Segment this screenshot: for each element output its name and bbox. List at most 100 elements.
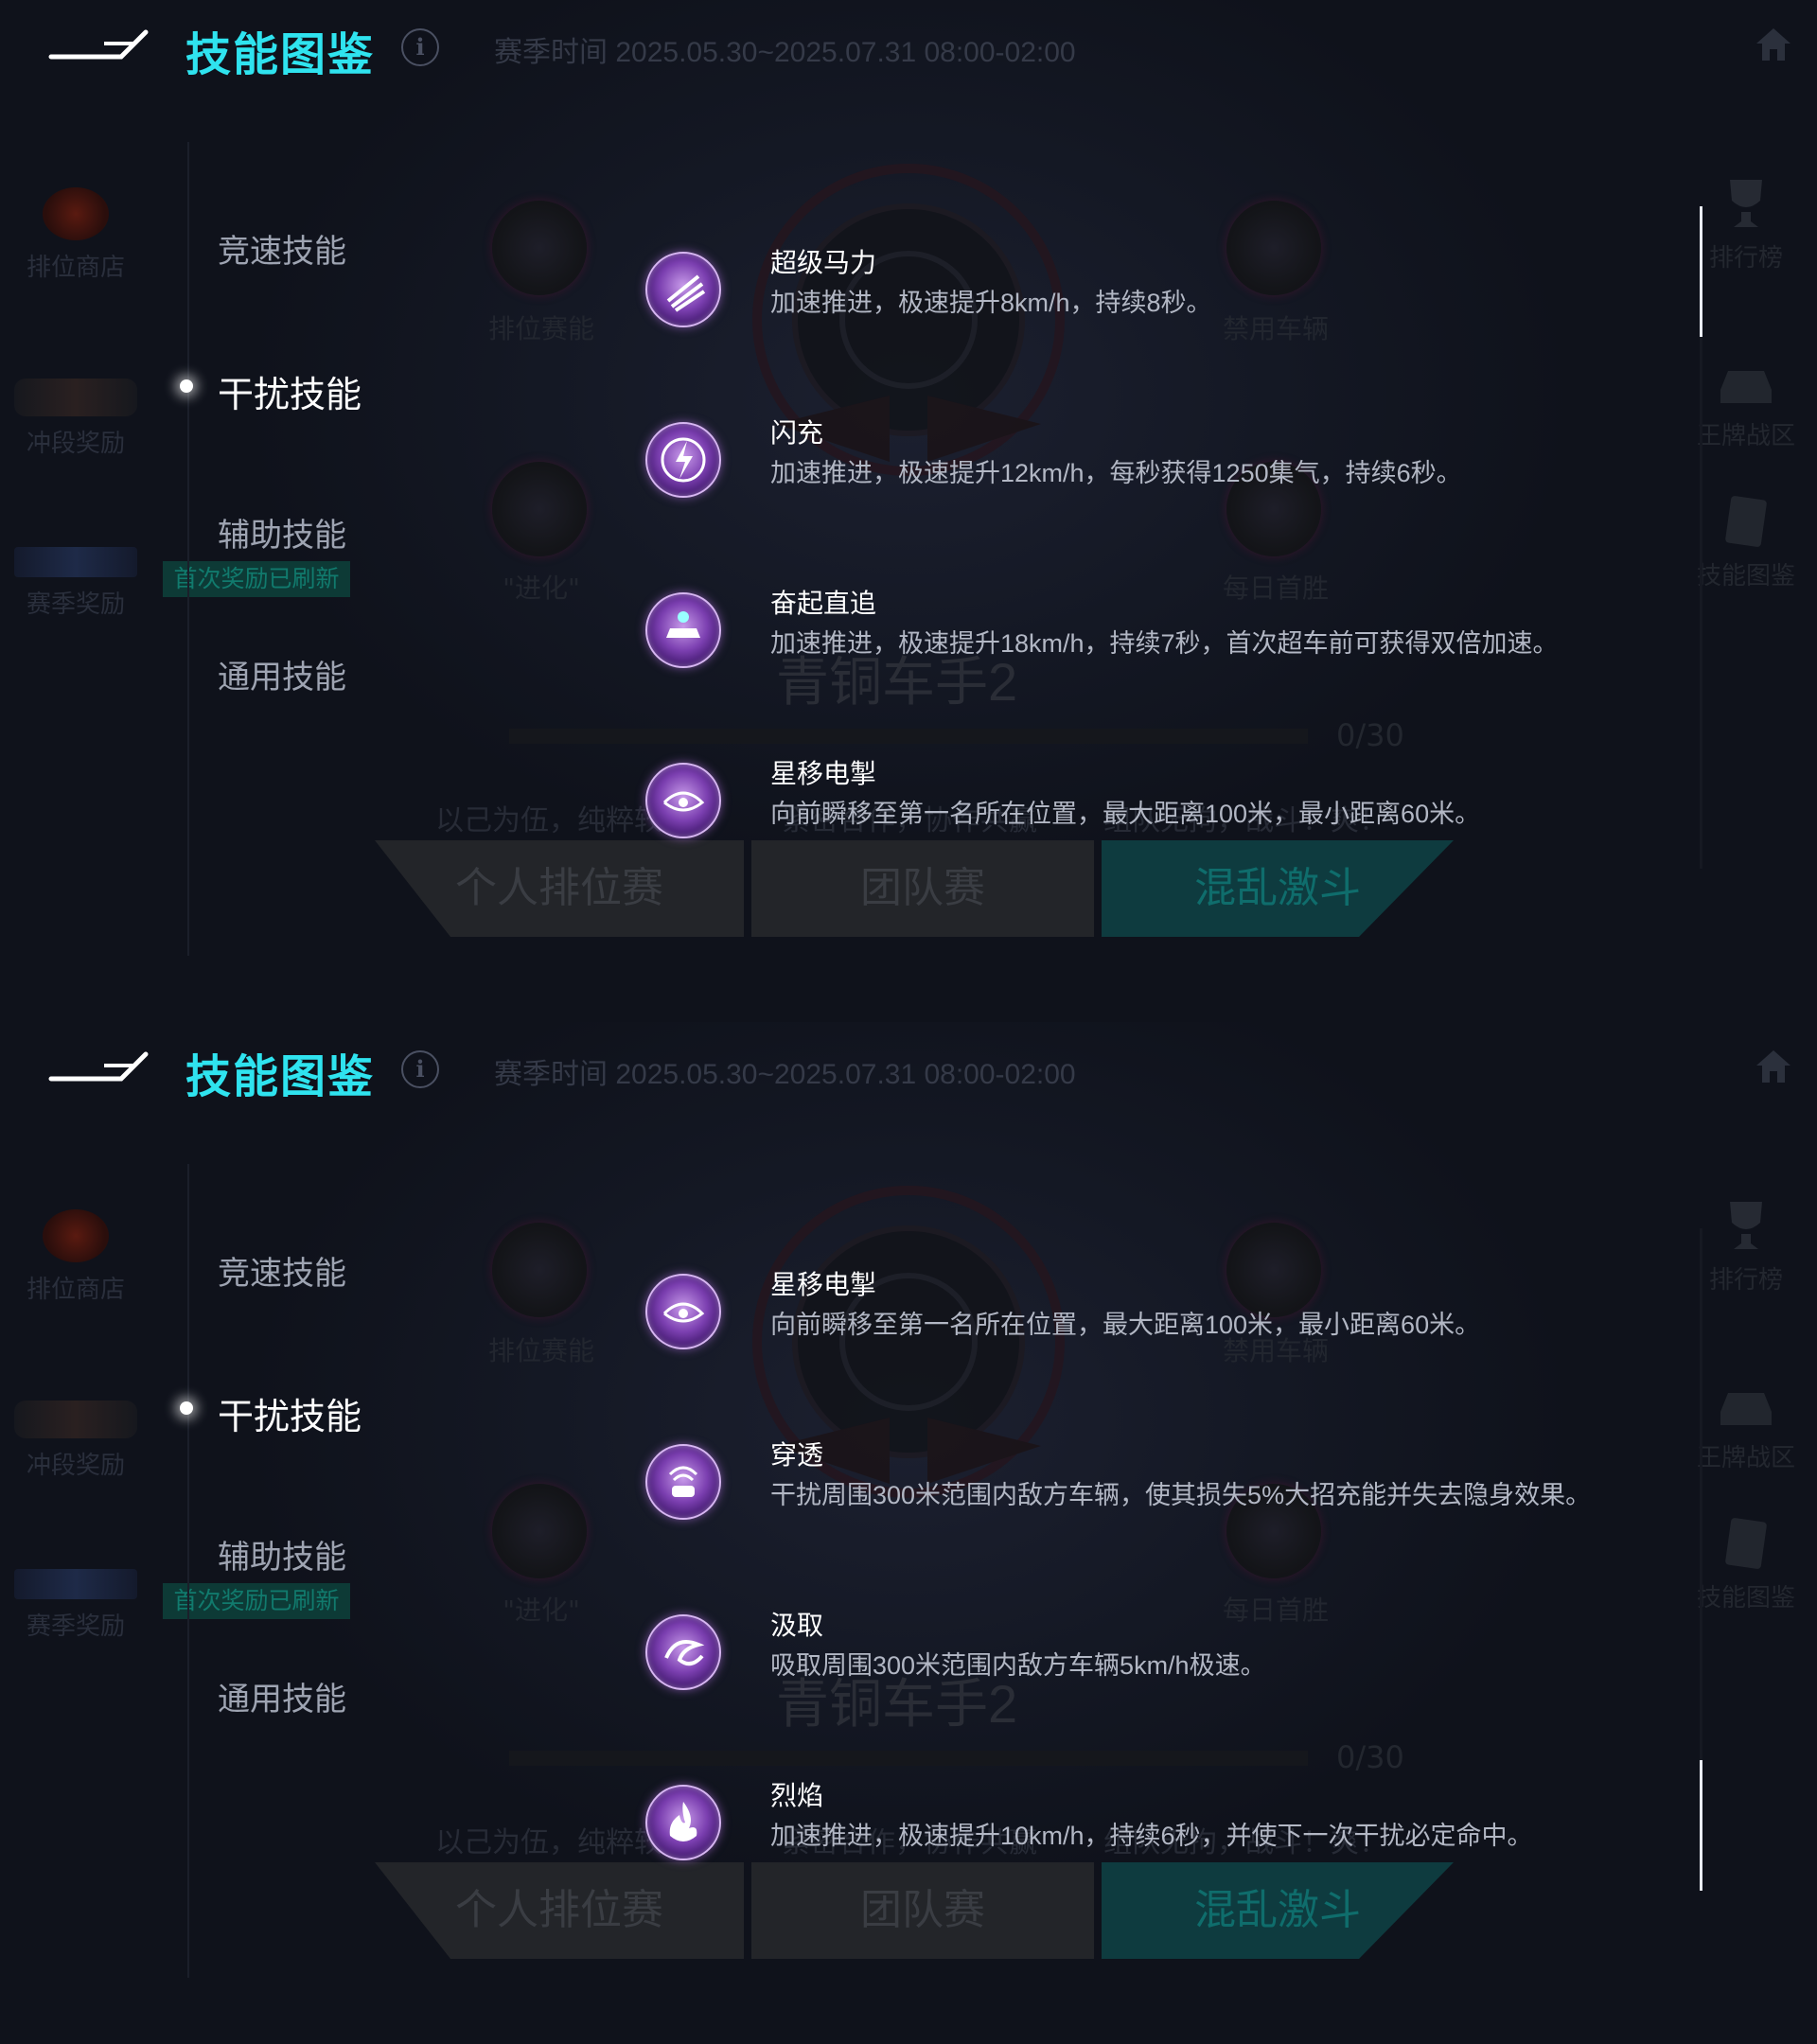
category-racing[interactable]: 竞速技能 — [218, 225, 346, 272]
top-bar: 技能图鉴 i 赛季时间 2025.05.30~2025.07.31 08:00-… — [0, 1022, 1817, 1117]
season-icon — [14, 1569, 137, 1599]
left-nav-label: 排位商店 — [26, 254, 125, 282]
card-icon — [1725, 1518, 1767, 1569]
shop-icon — [43, 1209, 109, 1262]
car-front-icon — [1720, 371, 1772, 403]
mode-tab-team[interactable]: 团队赛 — [751, 840, 1094, 937]
page-title: 技能图鉴 — [185, 1050, 376, 1103]
skill-codex-panel: 技能图鉴 i 赛季时间 2025.05.30~2025.07.31 08:00-… — [0, 1022, 1817, 2044]
left-nav-label: 冲段奖励 — [26, 430, 125, 458]
skill-codex-panel: 技能图鉴 i 赛季时间 2025.05.30~2025.07.31 08:00-… — [0, 0, 1817, 1022]
skill-description: 向前瞬移至第一名所在位置，最大距离100米，最小距离60米。 — [770, 800, 1481, 828]
skill-name: 超级马力 — [770, 247, 877, 278]
left-nav-label: 冲段奖励 — [26, 1452, 125, 1480]
bg-label: 排位赛能 — [487, 313, 594, 344]
skill-description: 加速推进，极速提升10km/h，持续6秒，并使下一次干扰必定命中。 — [770, 1822, 1533, 1850]
absorb-icon — [645, 1614, 721, 1690]
skill-item: 奋起直追 加速推进，极速提升18km/h，持续7秒，首次超车前可获得双倍加速。 — [644, 583, 1722, 678]
category-interference[interactable]: 干扰技能 — [218, 1387, 362, 1439]
divider — [187, 1164, 189, 1978]
skill-name: 星移电掣 — [770, 1269, 877, 1300]
skill-description: 加速推进，极速提升8km/h，持续8秒。 — [770, 289, 1212, 317]
left-nav-season-rewards[interactable]: 赛季奖励 — [0, 547, 151, 620]
shop-icon — [43, 187, 109, 240]
rank-progress-bar — [509, 1751, 1308, 1766]
category-support[interactable]: 辅助技能 — [218, 509, 346, 555]
mode-tab-solo-ranked[interactable]: 个人排位赛 — [375, 840, 744, 937]
mode-tab-chaos[interactable]: 混乱激斗 — [1102, 1862, 1454, 1959]
skill-item: 穿透 干扰周围300米范围内敌方车辆，使其损失5%大招充能并失去隐身效果。 — [644, 1435, 1722, 1529]
lightning-icon — [645, 422, 721, 498]
reward-refreshed-badge: 首次奖励已刷新 — [163, 1583, 350, 1619]
trophy-icon — [1730, 180, 1762, 227]
car-icon — [14, 379, 137, 416]
home-icon[interactable] — [1753, 23, 1794, 64]
home-icon[interactable] — [1753, 1045, 1794, 1086]
nitro-icon — [645, 252, 721, 327]
mode-tab-team[interactable]: 团队赛 — [751, 1862, 1094, 1959]
active-category-indicator — [180, 379, 193, 393]
page-title: 技能图鉴 — [185, 28, 376, 81]
skill-name: 奋起直追 — [770, 588, 877, 619]
skill-description: 加速推进，极速提升18km/h，持续7秒，首次超车前可获得双倍加速。 — [770, 629, 1559, 658]
category-racing[interactable]: 竞速技能 — [218, 1247, 346, 1294]
bg-label: 排位赛能 — [487, 1335, 594, 1366]
skill-item: 超级马力 加速推进，极速提升8km/h，持续8秒。 — [644, 242, 1722, 337]
skill-name: 星移电掣 — [770, 758, 877, 789]
bg-label: "进化" — [503, 1595, 580, 1626]
rank-progress-text: 0/30 — [1336, 717, 1404, 753]
rank-progress-bar — [509, 729, 1308, 744]
chase-icon — [645, 592, 721, 668]
left-nav-label: 排位商店 — [26, 1276, 125, 1304]
skill-item: 闪充 加速推进，极速提升12km/h，每秒获得1250集气，持续6秒。 — [644, 413, 1722, 507]
trophy-icon — [1730, 1202, 1762, 1249]
season-icon — [14, 547, 137, 577]
teleport-icon — [645, 763, 721, 838]
skill-name: 闪充 — [770, 417, 824, 449]
back-arrow-icon[interactable] — [47, 25, 153, 62]
card-icon — [1725, 496, 1767, 547]
evolution-icon — [492, 462, 587, 556]
skill-item: 烈焰 加速推进，极速提升10km/h，持续6秒，并使下一次干扰必定命中。 — [644, 1775, 1722, 1870]
divider — [187, 142, 189, 956]
info-icon[interactable]: i — [401, 28, 439, 66]
left-nav-label: 赛季奖励 — [26, 590, 125, 619]
skill-item: 星移电掣 向前瞬移至第一名所在位置，最大距离100米，最小距离60米。 — [644, 753, 1722, 848]
penetrate-icon — [645, 1444, 721, 1520]
skill-name: 烈焰 — [770, 1780, 824, 1811]
skill-description: 吸取周围300米范围内敌方车辆5km/h极速。 — [770, 1651, 1266, 1680]
mode-tab-solo-ranked[interactable]: 个人排位赛 — [375, 1862, 744, 1959]
skill-item: 汲取 吸取周围300米范围内敌方车辆5km/h极速。 — [644, 1605, 1722, 1700]
left-nav-tier-rewards[interactable]: 冲段奖励 — [0, 1401, 151, 1481]
mode-tab-chaos[interactable]: 混乱激斗 — [1102, 840, 1454, 937]
season-time: 赛季时间 2025.05.30~2025.07.31 08:00-02:00 — [494, 37, 1076, 68]
teleport-icon — [645, 1274, 721, 1349]
flame-icon — [645, 1785, 721, 1860]
skill-item: 星移电掣 向前瞬移至第一名所在位置，最大距离100米，最小距离60米。 — [644, 1264, 1722, 1359]
skill-description: 加速推进，极速提升12km/h，每秒获得1250集气，持续6秒。 — [770, 459, 1462, 487]
skill-name: 汲取 — [770, 1610, 824, 1641]
ranked-energy-icon — [492, 1223, 587, 1317]
category-general[interactable]: 通用技能 — [218, 1673, 346, 1719]
rank-progress-text: 0/30 — [1336, 1739, 1404, 1775]
reward-refreshed-badge: 首次奖励已刷新 — [163, 561, 350, 597]
category-general[interactable]: 通用技能 — [218, 651, 346, 697]
skill-description: 干扰周围300米范围内敌方车辆，使其损失5%大招充能并失去隐身效果。 — [770, 1481, 1592, 1509]
category-support[interactable]: 辅助技能 — [218, 1531, 346, 1577]
top-bar: 技能图鉴 i 赛季时间 2025.05.30~2025.07.31 08:00-… — [0, 0, 1817, 95]
back-arrow-icon[interactable] — [47, 1047, 153, 1084]
category-interference[interactable]: 干扰技能 — [218, 365, 362, 417]
ranked-energy-icon — [492, 201, 587, 295]
active-category-indicator — [180, 1401, 193, 1415]
skill-description: 向前瞬移至第一名所在位置，最大距离100米，最小距离60米。 — [770, 1311, 1481, 1339]
left-nav-ranked-shop[interactable]: 排位商店 — [0, 187, 151, 283]
car-icon — [14, 1401, 137, 1438]
info-icon[interactable]: i — [401, 1050, 439, 1088]
left-nav-ranked-shop[interactable]: 排位商店 — [0, 1209, 151, 1305]
left-nav-season-rewards[interactable]: 赛季奖励 — [0, 1569, 151, 1642]
bg-label: "进化" — [503, 573, 580, 604]
car-front-icon — [1720, 1393, 1772, 1425]
left-nav-tier-rewards[interactable]: 冲段奖励 — [0, 379, 151, 459]
skill-name: 穿透 — [770, 1439, 824, 1471]
evolution-icon — [492, 1484, 587, 1578]
